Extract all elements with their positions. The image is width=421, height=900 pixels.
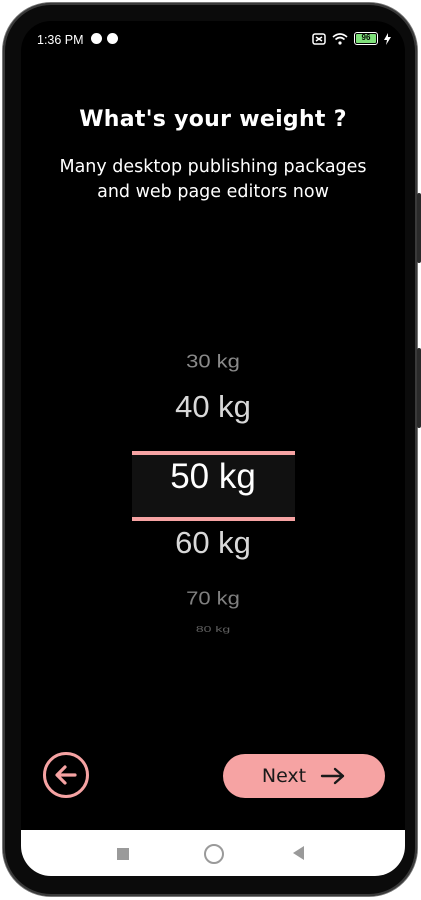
arrow-right-icon bbox=[320, 767, 345, 785]
arrow-left-icon bbox=[55, 765, 77, 785]
home-icon[interactable] bbox=[204, 844, 224, 864]
system-nav-bar bbox=[21, 830, 405, 876]
picker-option[interactable]: 40 kg bbox=[21, 389, 405, 425]
weight-picker[interactable]: 30 kg 40 kg 50 kg 60 kg 70 kg 80 kg bbox=[21, 341, 405, 671]
page-title: What's your weight ? bbox=[79, 107, 347, 132]
power-button bbox=[417, 348, 421, 428]
picker-option[interactable]: 30 kg bbox=[21, 351, 405, 372]
notification-icon bbox=[91, 33, 102, 44]
recent-apps-icon[interactable] bbox=[117, 848, 129, 860]
page-subtitle: Many desktop publishing packages and web… bbox=[59, 157, 367, 202]
app-screen: 1:36 PM 96 What's your weight ? Many des… bbox=[21, 21, 405, 876]
status-bar: 1:36 PM 96 bbox=[21, 31, 405, 49]
picker-option[interactable]: 60 kg bbox=[21, 525, 405, 561]
picker-option[interactable]: 70 kg bbox=[21, 588, 405, 609]
selection-line-top bbox=[132, 451, 295, 455]
battery-icon: 96 bbox=[354, 32, 378, 45]
volume-button bbox=[417, 193, 421, 263]
picker-option[interactable]: 80 kg bbox=[21, 624, 405, 634]
next-label: Next bbox=[261, 765, 307, 787]
next-button[interactable]: Next bbox=[223, 754, 385, 798]
battery-level: 96 bbox=[361, 33, 371, 42]
wifi-icon bbox=[332, 32, 348, 45]
selection-line-bottom bbox=[132, 517, 295, 521]
status-icons: 96 bbox=[312, 32, 391, 45]
status-time: 1:36 PM bbox=[37, 33, 84, 47]
charging-bolt-icon bbox=[384, 32, 391, 45]
back-triangle-icon[interactable] bbox=[293, 846, 304, 860]
picker-selected-option[interactable]: 50 kg bbox=[21, 457, 405, 497]
notification-icon-2 bbox=[107, 33, 118, 44]
vpn-key-icon bbox=[312, 32, 326, 45]
phone-frame: 1:36 PM 96 What's your weight ? Many des… bbox=[3, 3, 421, 896]
back-button[interactable] bbox=[43, 752, 89, 798]
